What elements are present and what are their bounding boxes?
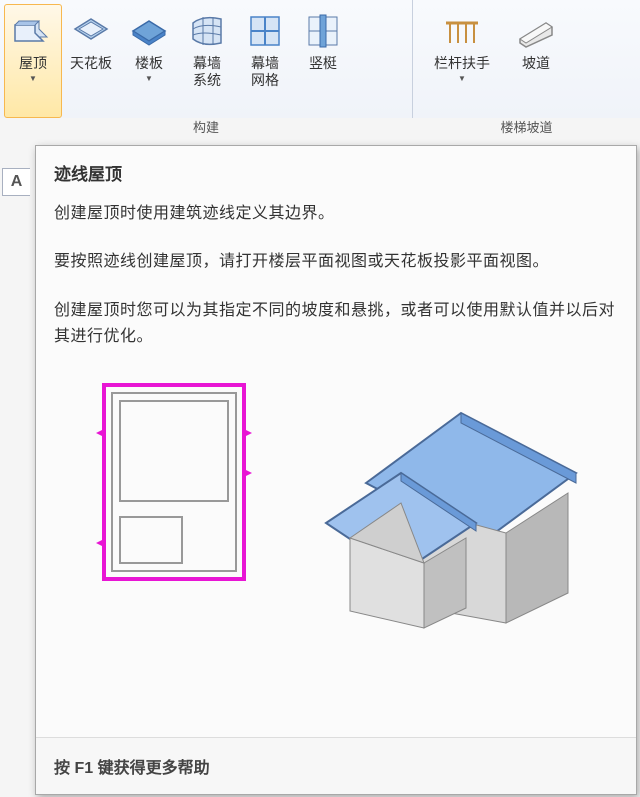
railing-icon — [440, 9, 484, 53]
curtain-grid-label: 幕墙 网格 — [251, 55, 279, 89]
ceiling-icon — [69, 9, 113, 53]
ribbon-items: 屋顶 ▼ 天花板 楼板 — [0, 0, 412, 118]
railing-label: 栏杆扶手 — [434, 55, 490, 72]
mullion-icon — [301, 9, 345, 53]
footprint-diagram-icon — [86, 373, 266, 593]
tooltip-description: 创建屋顶时使用建筑迹线定义其边界。 — [54, 201, 618, 227]
tooltip-footer: 按 F1 键获得更多帮助 — [36, 737, 636, 794]
curtain-grid-button[interactable]: 幕墙 网格 — [236, 4, 294, 118]
ceiling-button[interactable]: 天花板 — [62, 4, 120, 118]
mullion-button[interactable]: 竖梃 — [294, 4, 352, 118]
ramp-label: 坡道 — [522, 55, 550, 72]
tooltip-body: 迹线屋顶 创建屋顶时使用建筑迹线定义其边界。 要按照迹线创建屋顶，请打开楼层平面… — [36, 146, 636, 737]
group-label-stair: 楼梯坡道 — [500, 117, 552, 136]
chevron-down-icon: ▼ — [145, 74, 153, 83]
roof-button[interactable]: 屋顶 ▼ — [4, 4, 62, 118]
extended-tooltip: 迹线屋顶 创建屋顶时使用建筑迹线定义其边界。 要按照迹线创建屋顶，请打开楼层平面… — [35, 145, 637, 795]
floor-icon — [127, 9, 171, 53]
ramp-icon — [514, 9, 558, 53]
roof-icon — [11, 9, 55, 53]
house-3d-icon — [306, 373, 586, 633]
chevron-down-icon: ▼ — [29, 74, 37, 83]
tooltip-title: 迹线屋顶 — [54, 160, 618, 185]
ceiling-label: 天花板 — [70, 55, 112, 72]
roof-label: 屋顶 — [19, 55, 47, 72]
railing-button[interactable]: 栏杆扶手 ▼ — [417, 4, 507, 118]
ribbon-group-build: 屋顶 ▼ 天花板 楼板 — [0, 0, 413, 118]
chevron-down-icon: ▼ — [458, 74, 466, 83]
curtain-system-button[interactable]: 幕墙 系统 — [178, 4, 236, 118]
curtain-system-label: 幕墙 系统 — [193, 55, 221, 89]
tooltip-paragraph-1: 要按照迹线创建屋顶，请打开楼层平面视图或天花板投影平面视图。 — [54, 249, 618, 275]
ribbon-toolbar: 屋顶 ▼ 天花板 楼板 — [0, 0, 640, 118]
curtain-grid-icon — [243, 9, 287, 53]
ribbon-group-stair: 栏杆扶手 ▼ 坡道 楼梯坡道 — [413, 0, 640, 118]
floor-button[interactable]: 楼板 ▼ — [120, 4, 178, 118]
floor-label: 楼板 — [135, 55, 163, 72]
ramp-button[interactable]: 坡道 — [507, 4, 565, 118]
mullion-label: 竖梃 — [309, 55, 337, 72]
tooltip-paragraph-2: 创建屋顶时您可以为其指定不同的坡度和悬挑，或者可以使用默认值并以后对其进行优化。 — [54, 298, 618, 351]
ribbon-items: 栏杆扶手 ▼ 坡道 — [413, 0, 640, 118]
side-tab-label: A — [11, 173, 23, 191]
side-tab-a[interactable]: A — [2, 168, 30, 196]
tooltip-illustration — [54, 373, 618, 633]
group-label-build: 构建 — [193, 117, 219, 136]
curtain-system-icon — [185, 9, 229, 53]
